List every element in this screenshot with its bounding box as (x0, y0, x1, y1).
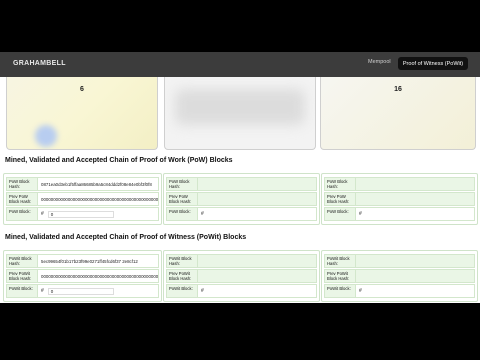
pow-hash-label: PoW Block Hash: (324, 177, 356, 191)
pow-chain-title: Mined, Validated and Accepted Chain of P… (5, 157, 233, 164)
pow-block-label: PoW Block: (166, 207, 198, 221)
hash-sign: # (41, 288, 44, 294)
hash-sign: # (201, 211, 204, 217)
brand-title[interactable]: GRAHAMBELL (13, 60, 66, 67)
prev-pow-hash-row: Prev PoW Block Hash: (166, 192, 317, 206)
prev-powit-hash-label: Prev PoWit Block Hash: (6, 269, 38, 283)
card-number: 6 (80, 86, 84, 93)
card-number: 16 (394, 86, 402, 93)
prev-powit-hash-label: Prev PoWit Block Hash: (166, 269, 198, 283)
powit-block-row: PoWit Block: # (166, 284, 317, 298)
pow-hash-label: PoW Block Hash: (6, 177, 38, 191)
prev-powit-hash-label: Prev PoWit Block Hash: (324, 269, 356, 283)
mempool-card[interactable] (164, 77, 316, 150)
powit-block-card: PoWit Block Hash: Prev PoWit Block Hash:… (163, 250, 320, 302)
mempool-link[interactable]: Mempool (368, 59, 391, 65)
prev-powit-hash-value (198, 269, 317, 283)
pow-block-label: PoW Block: (6, 207, 38, 221)
pow-hash-row: PoW Block Hash: 0871ea0d3eb1f5ffaa86685b… (6, 177, 159, 191)
pow-hash-value (198, 177, 317, 191)
prev-pow-hash-row: Prev PoW Block Hash: 0000000000000000000… (6, 192, 159, 206)
prev-powit-hash-row: Prev PoWit Block Hash: 00000000000000000… (6, 269, 159, 283)
prev-pow-hash-value (198, 192, 317, 206)
powit-hash-label: PoWit Block Hash: (166, 254, 198, 268)
powit-block-row: PoWit Block: # 0 (6, 284, 159, 298)
powit-hash-row: PoWit Block Hash: (324, 254, 475, 268)
mempool-card[interactable]: 16 (320, 77, 476, 150)
powit-hash-value (356, 254, 475, 268)
app-window: GRAHAMBELL Mempool Proof of Witness (PoW… (0, 52, 480, 303)
powit-block-value: # (198, 284, 317, 298)
pow-block-row: PoW Block: # (324, 207, 475, 221)
powit-block-label: PoWit Block: (324, 284, 356, 298)
prev-powit-hash-row: Prev PoWit Block Hash: (166, 269, 317, 283)
powit-hash-row: PoWit Block Hash: (166, 254, 317, 268)
block-number: 0 (47, 210, 114, 218)
powit-block-card: PoWit Block Hash: 5ec99654f01b17b23f99e0… (3, 250, 162, 302)
pow-block-value: # (198, 207, 317, 221)
pow-block-row: PoW Block: # 0 (6, 207, 159, 221)
powit-hash-row: PoWit Block Hash: 5ec99654f01b17b23f99e0… (6, 254, 159, 268)
prev-pow-hash-value: 0000000000000000000000000000000000000000… (38, 192, 159, 206)
powit-block-label: PoWit Block: (6, 284, 38, 298)
pow-block-card: PoW Block Hash: Prev PoW Block Hash: PoW… (163, 173, 320, 225)
prev-pow-hash-value (356, 192, 475, 206)
card-image (35, 125, 57, 147)
prev-powit-hash-row: Prev PoWit Block Hash: (324, 269, 475, 283)
prev-powit-hash-value: 0000000000000000000000000000000000000000… (38, 269, 159, 283)
powit-block-card: PoWit Block Hash: Prev PoWit Block Hash:… (321, 250, 478, 302)
hash-sign: # (201, 288, 204, 294)
powit-hash-value (198, 254, 317, 268)
pow-hash-row: PoW Block Hash: (166, 177, 317, 191)
powit-hash-label: PoWit Block Hash: (6, 254, 38, 268)
prev-pow-hash-label: Prev PoW Block Hash: (166, 192, 198, 206)
powit-hash-value: 5ec99654f01b17b23f99e0271ff45fcd6f37 2e8… (38, 254, 159, 268)
pow-block-card: PoW Block Hash: Prev PoW Block Hash: PoW… (321, 173, 478, 225)
prev-pow-hash-row: Prev PoW Block Hash: (324, 192, 475, 206)
pow-block-card: PoW Block Hash: 0871ea0d3eb1f5ffaa86685b… (3, 173, 162, 225)
pow-hash-row: PoW Block Hash: (324, 177, 475, 191)
mempool-card[interactable]: 6 (6, 77, 158, 150)
hash-sign: # (359, 288, 362, 294)
powit-block-value: # (356, 284, 475, 298)
pow-hash-label: PoW Block Hash: (166, 177, 198, 191)
hash-sign: # (41, 211, 44, 217)
navbar: GRAHAMBELL Mempool Proof of Witness (PoW… (0, 52, 480, 77)
powit-block-value: # 0 (38, 284, 159, 298)
pow-hash-value: 0871ea0d3eb1f5ffaa86685b9a5c84ddd2f08e84… (38, 177, 159, 191)
pow-block-label: PoW Block: (324, 207, 356, 221)
hash-sign: # (359, 211, 362, 217)
prev-pow-hash-label: Prev PoW Block Hash: (324, 192, 356, 206)
powit-block-row: PoWit Block: # (324, 284, 475, 298)
powit-block-label: PoWit Block: (166, 284, 198, 298)
prev-powit-hash-value (356, 269, 475, 283)
proof-of-witness-button[interactable]: Proof of Witness (PoWit) (398, 57, 468, 70)
powit-chain-title: Mined, Validated and Accepted Chain of P… (5, 234, 247, 241)
card-image (175, 89, 305, 125)
pow-block-row: PoW Block: # (166, 207, 317, 221)
powit-hash-label: PoWit Block Hash: (324, 254, 356, 268)
block-number: 0 (47, 287, 114, 295)
pow-hash-value (356, 177, 475, 191)
pow-block-value: # 0 (38, 207, 159, 221)
pow-block-value: # (356, 207, 475, 221)
prev-pow-hash-label: Prev PoW Block Hash: (6, 192, 38, 206)
